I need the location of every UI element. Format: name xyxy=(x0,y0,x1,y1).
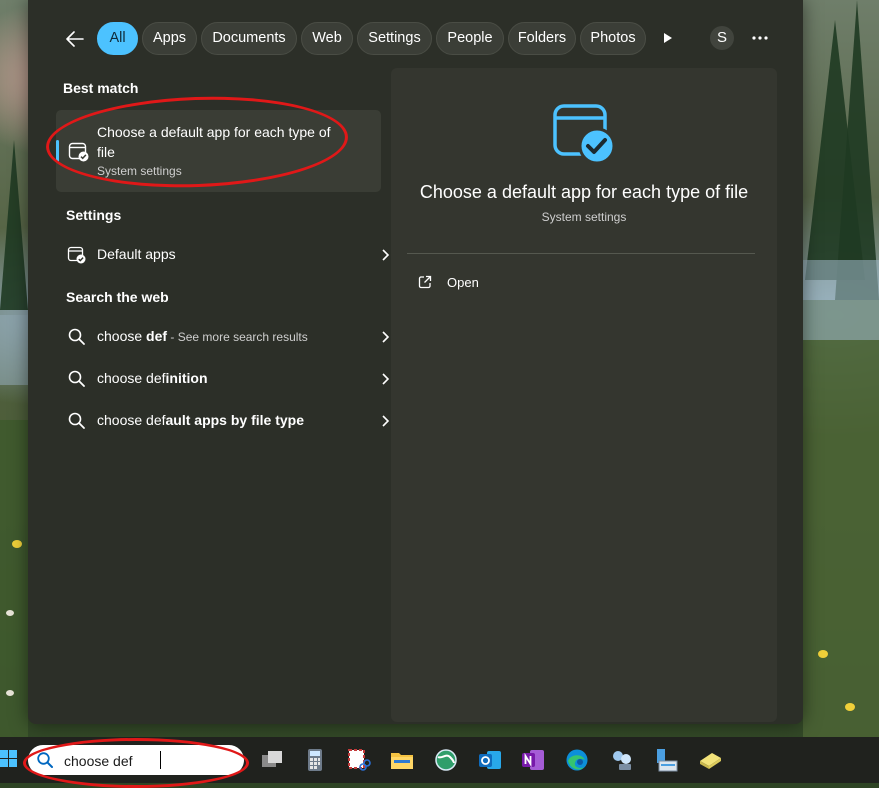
default-apps-icon xyxy=(67,246,86,264)
wallpaper-water xyxy=(0,315,28,385)
onenote-icon[interactable] xyxy=(520,747,546,773)
back-button[interactable] xyxy=(62,26,88,52)
open-label: Open xyxy=(447,275,479,290)
filter-bar: All Apps Documents Web Settings People F… xyxy=(28,22,803,56)
wallpaper-water xyxy=(803,260,879,340)
filter-chip-all[interactable]: All xyxy=(97,22,138,55)
wallpaper-meadow xyxy=(803,300,879,740)
more-options-button[interactable] xyxy=(750,28,770,48)
play-icon xyxy=(664,33,672,43)
filter-chip-folders[interactable]: Folders xyxy=(508,22,576,55)
settings-result-label: Default apps xyxy=(97,246,176,262)
wallpaper-tree xyxy=(0,140,28,310)
settings-result-default-apps[interactable]: Default apps xyxy=(56,236,390,274)
filter-chip-photos[interactable]: Photos xyxy=(580,22,646,55)
taskbar: choose def xyxy=(0,737,879,783)
web-result-label: choose def - See more search results xyxy=(97,328,308,344)
remote-desktop-icon[interactable] xyxy=(653,747,679,773)
chevron-right-icon xyxy=(382,373,390,385)
snipping-tool-icon[interactable] xyxy=(345,747,371,773)
filter-chip-web[interactable]: Web xyxy=(301,22,353,55)
task-view-icon[interactable] xyxy=(259,747,285,773)
wallpaper-meadow xyxy=(0,420,28,740)
search-query: choose def xyxy=(64,753,133,769)
filter-chip-people[interactable]: People xyxy=(436,22,504,55)
wallpaper-flower xyxy=(818,650,828,658)
result-detail-pane: Choose a default app for each type of fi… xyxy=(391,68,777,722)
filter-chip-apps[interactable]: Apps xyxy=(142,22,197,55)
detail-title: Choose a default app for each type of fi… xyxy=(419,182,749,202)
detail-divider xyxy=(407,253,755,254)
best-match-title: Choose a default app for each type of fi… xyxy=(97,124,331,160)
search-icon xyxy=(68,370,85,387)
web-result[interactable]: choose def - See more search results xyxy=(56,318,390,356)
notepad-icon[interactable] xyxy=(697,747,723,773)
wallpaper-flower xyxy=(845,703,855,711)
filter-chip-settings[interactable]: Settings xyxy=(357,22,432,55)
chevron-right-icon xyxy=(382,415,390,427)
wallpaper-flower xyxy=(6,610,14,616)
arrow-left-icon xyxy=(66,31,84,47)
open-button[interactable]: Open xyxy=(407,270,607,294)
browser-globe-icon[interactable] xyxy=(433,747,459,773)
settings-heading: Settings xyxy=(66,207,122,223)
search-icon xyxy=(68,328,85,345)
taskbar-search-input[interactable]: choose def xyxy=(28,745,244,775)
calculator-icon[interactable] xyxy=(302,747,328,773)
more-filters-button[interactable] xyxy=(658,28,678,48)
web-result[interactable]: choose definition xyxy=(56,360,390,398)
windows-start-icon[interactable] xyxy=(0,750,18,768)
wallpaper-flower xyxy=(12,540,22,548)
filter-chip-documents[interactable]: Documents xyxy=(201,22,297,55)
default-apps-icon xyxy=(553,104,616,165)
search-icon xyxy=(68,412,85,429)
search-panel: All Apps Documents Web Settings People F… xyxy=(28,0,803,724)
detail-subtitle: System settings xyxy=(541,210,627,224)
best-match-result[interactable]: Choose a default app for each type of fi… xyxy=(56,110,381,192)
text-caret xyxy=(160,751,161,769)
wallpaper-flower xyxy=(6,690,14,696)
chevron-right-icon xyxy=(382,331,390,343)
web-result-label: choose default apps by file type xyxy=(97,412,304,428)
best-match-heading: Best match xyxy=(63,80,139,96)
edge-icon[interactable] xyxy=(564,747,590,773)
network-tool-icon[interactable] xyxy=(609,747,635,773)
web-result[interactable]: choose default apps by file type xyxy=(56,402,390,440)
ellipsis-icon xyxy=(752,36,768,40)
default-apps-icon xyxy=(68,142,89,162)
web-result-label: choose definition xyxy=(97,370,208,386)
open-external-icon xyxy=(418,275,432,289)
user-avatar[interactable]: S xyxy=(710,26,734,50)
search-web-heading: Search the web xyxy=(66,289,169,305)
best-match-subtitle: System settings xyxy=(97,164,182,178)
search-icon xyxy=(37,752,53,768)
chevron-right-icon xyxy=(382,249,390,261)
outlook-icon[interactable] xyxy=(477,747,503,773)
file-explorer-icon[interactable] xyxy=(389,747,415,773)
selection-indicator xyxy=(56,140,59,162)
